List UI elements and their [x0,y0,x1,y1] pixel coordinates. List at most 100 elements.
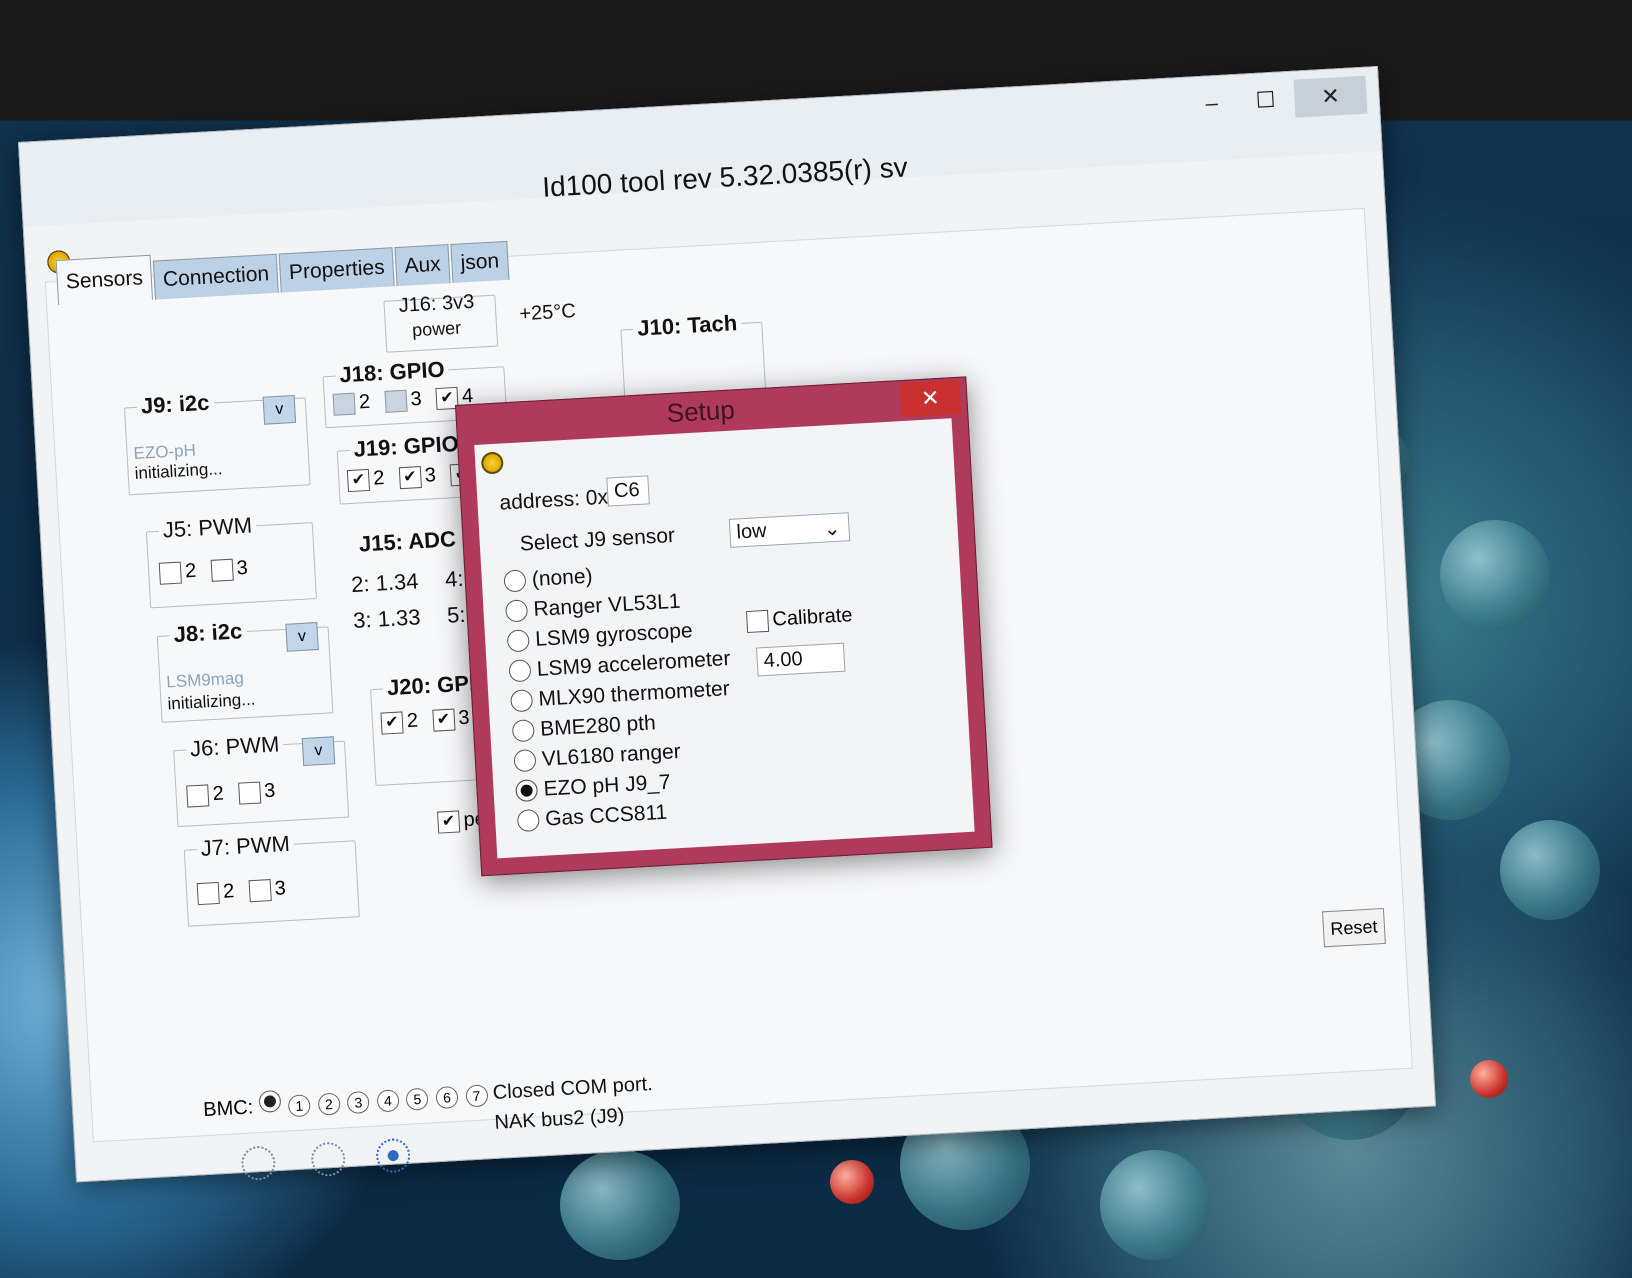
maximize-button[interactable]: ☐ [1238,80,1294,121]
reset-button[interactable]: Reset [1321,907,1386,948]
j6-pins: 2 3 [186,779,286,808]
j8-status: initializing... [167,689,256,714]
calibrate-checkbox[interactable] [745,609,770,633]
bmc-option-6[interactable]: 6 [435,1085,459,1110]
bmc-option-4[interactable]: 4 [376,1089,400,1113]
sensor-option[interactable]: Gas CCS811 [516,800,668,833]
radio-button[interactable] [508,659,532,683]
radio-button[interactable] [505,599,529,623]
background-sphere [560,1150,680,1260]
j6-checkbox-3[interactable] [237,781,261,805]
radio-button[interactable] [503,569,527,593]
j18-pin-label: 3 [409,387,423,411]
j5-checkbox-2[interactable] [158,561,182,585]
setup-dialog: Setup ✕ address: 0x C6 Select J9 sensor … [455,376,993,877]
radio-button[interactable] [516,809,540,833]
j8-label: J8: i2c [169,618,247,649]
bmc-option-2[interactable]: 2 [317,1092,341,1116]
sensor-option[interactable]: MLX90 thermometer [510,677,730,713]
background-sphere [1100,1150,1210,1260]
background-ball [830,1160,874,1204]
sensor-option[interactable]: Ranger VL53L1 [505,590,681,624]
j5-checkbox-3[interactable] [210,558,234,582]
sensor-option[interactable]: VL6180 ranger [513,740,681,773]
chevron-down-icon: ⌄ [823,517,842,541]
j20-checkbox-3[interactable]: ✔ [431,708,456,732]
tab-connection[interactable]: Connection [152,253,280,300]
j5-label: J5: PWM [158,512,257,544]
j7-label: J7: PWM [196,830,295,863]
j8-sensor-name: LSM9mag [165,668,245,692]
j9-status: initializing... [134,459,223,483]
tab-json[interactable]: json [450,240,510,283]
j20-checkbox-2[interactable]: ✔ [380,710,404,735]
radio-button[interactable] [506,629,530,653]
bmc-option-5[interactable]: 5 [405,1087,430,1111]
sensor-option-label: LSM9 gyroscope [534,619,694,651]
j19-pin-label: 2 [372,467,386,490]
close-button[interactable]: ✕ [1293,75,1368,118]
tab-sensors[interactable]: Sensors [55,254,154,306]
sensor-option-label: EZO pH J9_7 [542,770,672,801]
j9-group: J9: i2c v EZO-pH initializing... [123,389,311,496]
j18-pin-label: 2 [358,390,371,414]
sensor-option-label: Gas CCS811 [544,800,668,831]
sensor-option-label: Ranger VL53L1 [532,589,682,621]
radio-button-selected[interactable] [515,779,539,803]
j7-pin-label: 3 [274,877,287,900]
j6-pin-label: 3 [263,779,276,803]
j5-pin-label: 3 [236,556,249,580]
j7-checkbox-2[interactable] [196,881,220,905]
bmc-option-0[interactable] [257,1089,282,1114]
j5-group: J5: PWM 2 3 [145,512,317,609]
sensor-option-selected[interactable]: EZO pH J9_7 [515,771,671,804]
address-input[interactable]: C6 [606,475,650,507]
radio-button[interactable] [513,749,537,773]
j20-pin-label: 2 [406,709,419,733]
j7-checkbox-3[interactable] [248,878,272,902]
calibrate-option[interactable]: Calibrate [745,604,863,633]
tab-properties[interactable]: Properties [278,247,395,293]
address-label: address: 0x [498,485,609,515]
bmc-option-7[interactable]: 7 [464,1084,489,1108]
j19-pin-label: 3 [424,464,437,487]
mode-select[interactable]: low ⌄ [728,512,851,548]
j20-pin-label: 3 [457,706,471,730]
j6-group: J6: PWM v 2 3 [173,731,350,828]
radio-button[interactable] [510,689,534,713]
j18-checkbox-2[interactable] [332,392,356,416]
j7-pin-label: 2 [222,880,235,903]
adc-value-2: 2: 1.34 [350,568,420,598]
minimize-button[interactable]: – [1184,83,1240,124]
radio-button[interactable] [511,719,535,743]
tab-aux[interactable]: Aux [394,244,451,287]
j19-checkbox-2[interactable]: ✔ [346,468,370,492]
sensor-option-label: LSM9 accelerometer [536,647,731,681]
sensor-option[interactable]: BME280 pth [511,711,657,743]
setup-title: Setup [665,394,736,429]
j6-dropdown-button[interactable]: v [301,736,336,767]
background-sphere [1440,520,1550,630]
j7-pins: 2 3 [196,877,297,905]
setup-close-button[interactable]: ✕ [899,379,962,418]
j6-label: J6: PWM [185,731,284,763]
sensor-option[interactable]: LSM9 gyroscope [506,619,694,653]
background-ball [1470,1060,1508,1098]
sensor-option-label: BME280 pth [539,711,657,741]
temperature-reading: +25°C [518,300,577,326]
j18-checkbox-3[interactable] [384,389,408,413]
j10-label: J10: Tach [632,309,742,342]
periodic-checkbox[interactable]: ✔ [437,809,461,834]
j9-dropdown-button[interactable]: v [262,394,297,425]
j8-dropdown-button[interactable]: v [285,622,319,652]
j18-label: J18: GPIO [334,356,450,389]
j6-checkbox-2[interactable] [186,783,210,808]
sensor-option[interactable]: (none) [503,565,593,594]
bmc-option-1[interactable]: 1 [287,1094,311,1118]
status-area: Closed COM port. NAK bus2 (J9) [492,1069,655,1138]
j19-checkbox-3[interactable]: ✔ [398,465,422,489]
mode-value: low [735,519,768,544]
bmc-option-3[interactable]: 3 [346,1090,370,1115]
calibration-value-input[interactable]: 4.00 [756,642,846,677]
adc-value-3: 3: 1.33 [352,604,422,634]
